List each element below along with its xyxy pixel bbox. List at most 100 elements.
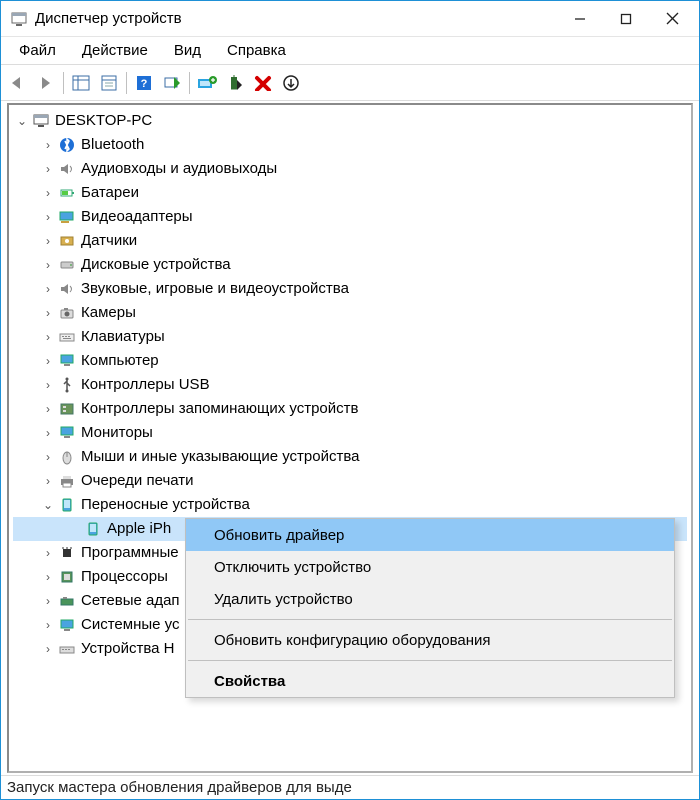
monitor-icon <box>57 353 77 369</box>
cpu-icon <box>57 569 77 585</box>
tree-item-label: Аудиовходы и аудиовыходы <box>77 157 277 181</box>
chevron-right-icon[interactable]: › <box>39 301 57 325</box>
chevron-down-icon[interactable]: ⌄ <box>13 109 31 133</box>
properties-button[interactable] <box>96 70 122 96</box>
scan-hardware-button[interactable] <box>159 70 185 96</box>
chevron-right-icon[interactable]: › <box>39 277 57 301</box>
tree-item[interactable]: › Камеры <box>13 301 687 325</box>
uninstall-device-button[interactable] <box>250 70 276 96</box>
speaker-icon <box>57 161 77 177</box>
chevron-right-icon[interactable]: › <box>39 205 57 229</box>
chevron-right-icon[interactable]: › <box>39 181 57 205</box>
sensor-icon <box>57 233 77 249</box>
minimize-button[interactable] <box>557 1 603 37</box>
bluetooth-icon <box>57 137 77 153</box>
disable-device-button[interactable] <box>222 70 248 96</box>
tree-root[interactable]: ⌄ DESKTOP-PC <box>13 109 687 133</box>
chevron-down-icon[interactable]: ⌄ <box>39 493 57 517</box>
tree-item-portable-devices[interactable]: ⌄ Переносные устройства <box>13 493 687 517</box>
tree-item[interactable]: › Аудиовходы и аудиовыходы <box>13 157 687 181</box>
window-buttons <box>557 1 695 37</box>
tree-item-label: Датчики <box>77 229 137 253</box>
chevron-right-icon[interactable]: › <box>39 421 57 445</box>
printer-icon <box>57 473 77 489</box>
tree-item[interactable]: ›Контроллеры запоминающих устройств <box>13 397 687 421</box>
help-button[interactable]: ? <box>131 70 157 96</box>
chevron-right-icon[interactable]: › <box>39 325 57 349</box>
tree-item[interactable]: ›Видеоадаптеры <box>13 205 687 229</box>
battery-icon <box>57 185 77 201</box>
tree-item-label: Дисковые устройства <box>77 253 231 277</box>
separator-icon <box>126 72 127 94</box>
back-button[interactable] <box>5 70 31 96</box>
context-menu: Обновить драйвер Отключить устройство Уд… <box>185 518 675 698</box>
chevron-right-icon[interactable]: › <box>39 445 57 469</box>
enable-device-button[interactable] <box>278 70 304 96</box>
keyboard-icon <box>57 329 77 345</box>
tree-item-label: Переносные устройства <box>77 493 250 517</box>
chevron-right-icon[interactable]: › <box>39 541 57 565</box>
computer-icon <box>31 113 51 129</box>
show-hide-tree-button[interactable] <box>68 70 94 96</box>
chevron-right-icon[interactable]: › <box>39 349 57 373</box>
tree-item-label: Звуковые, игровые и видеоустройства <box>77 277 349 301</box>
tree-item-label: Apple iPh <box>103 517 171 541</box>
tree-item-label: Мыши и иные указывающие устройства <box>77 445 359 469</box>
network-adapter-icon <box>57 593 77 609</box>
ctx-uninstall-device[interactable]: Удалить устройство <box>186 583 674 615</box>
statusbar: Запуск мастера обновления драйверов для … <box>1 775 699 799</box>
chevron-right-icon[interactable]: › <box>39 229 57 253</box>
separator-icon <box>188 660 672 661</box>
tree-item-label: Устройства H <box>77 637 174 661</box>
titlebar: Диспетчер устройств <box>1 1 699 37</box>
chevron-right-icon[interactable]: › <box>39 637 57 661</box>
chevron-right-icon[interactable]: › <box>39 589 57 613</box>
ctx-disable-device[interactable]: Отключить устройство <box>186 551 674 583</box>
maximize-button[interactable] <box>603 1 649 37</box>
tree-item-label: Программные <box>77 541 179 565</box>
separator-icon <box>188 619 672 620</box>
portable-device-icon <box>57 497 77 513</box>
menu-help[interactable]: Справка <box>215 40 298 61</box>
monitor-icon <box>57 425 77 441</box>
chevron-right-icon[interactable]: › <box>39 133 57 157</box>
tree-item[interactable]: › Датчики <box>13 229 687 253</box>
tree-item-label: Компьютер <box>77 349 159 373</box>
status-text: Запуск мастера обновления драйверов для … <box>7 779 352 796</box>
tree-item[interactable]: › Компьютер <box>13 349 687 373</box>
camera-icon <box>57 305 77 321</box>
tree-item[interactable]: ›Клавиатуры <box>13 325 687 349</box>
update-driver-button[interactable] <box>194 70 220 96</box>
ctx-scan-hardware[interactable]: Обновить конфигурацию оборудования <box>186 624 674 656</box>
tree-item[interactable]: › Мониторы <box>13 421 687 445</box>
tree-item[interactable]: ›Контроллеры USB <box>13 373 687 397</box>
app-icon <box>9 11 29 27</box>
device-manager-window: Диспетчер устройств Файл Действие Вид Сп… <box>0 0 700 800</box>
tree-item[interactable]: › Звуковые, игровые и видеоустройства <box>13 277 687 301</box>
chevron-right-icon[interactable]: › <box>39 397 57 421</box>
ctx-properties[interactable]: Свойства <box>186 665 674 697</box>
chevron-right-icon[interactable]: › <box>39 373 57 397</box>
tree-item-label: Камеры <box>77 301 136 325</box>
tree-item[interactable]: › Дисковые устройства <box>13 253 687 277</box>
chevron-right-icon[interactable]: › <box>39 157 57 181</box>
chevron-right-icon[interactable]: › <box>39 613 57 637</box>
window-title: Диспетчер устройств <box>35 10 182 27</box>
chevron-right-icon[interactable]: › <box>39 253 57 277</box>
close-button[interactable] <box>649 1 695 37</box>
menu-file[interactable]: Файл <box>7 40 68 61</box>
chevron-right-icon[interactable]: › <box>39 565 57 589</box>
tree-item[interactable]: ›Батареи <box>13 181 687 205</box>
tree-item-label: Системные ус <box>77 613 179 637</box>
speaker-icon <box>57 281 77 297</box>
ctx-update-driver[interactable]: Обновить драйвер <box>186 519 674 551</box>
menu-view[interactable]: Вид <box>162 40 213 61</box>
chevron-right-icon[interactable]: › <box>39 469 57 493</box>
tree-item[interactable]: › Мыши и иные указывающие устройства <box>13 445 687 469</box>
forward-button[interactable] <box>33 70 59 96</box>
tree-item-label: Мониторы <box>77 421 153 445</box>
tree-item[interactable]: ›Очереди печати <box>13 469 687 493</box>
tree-item[interactable]: ›Bluetooth <box>13 133 687 157</box>
svg-text:?: ? <box>141 78 148 90</box>
menu-action[interactable]: Действие <box>70 40 160 61</box>
